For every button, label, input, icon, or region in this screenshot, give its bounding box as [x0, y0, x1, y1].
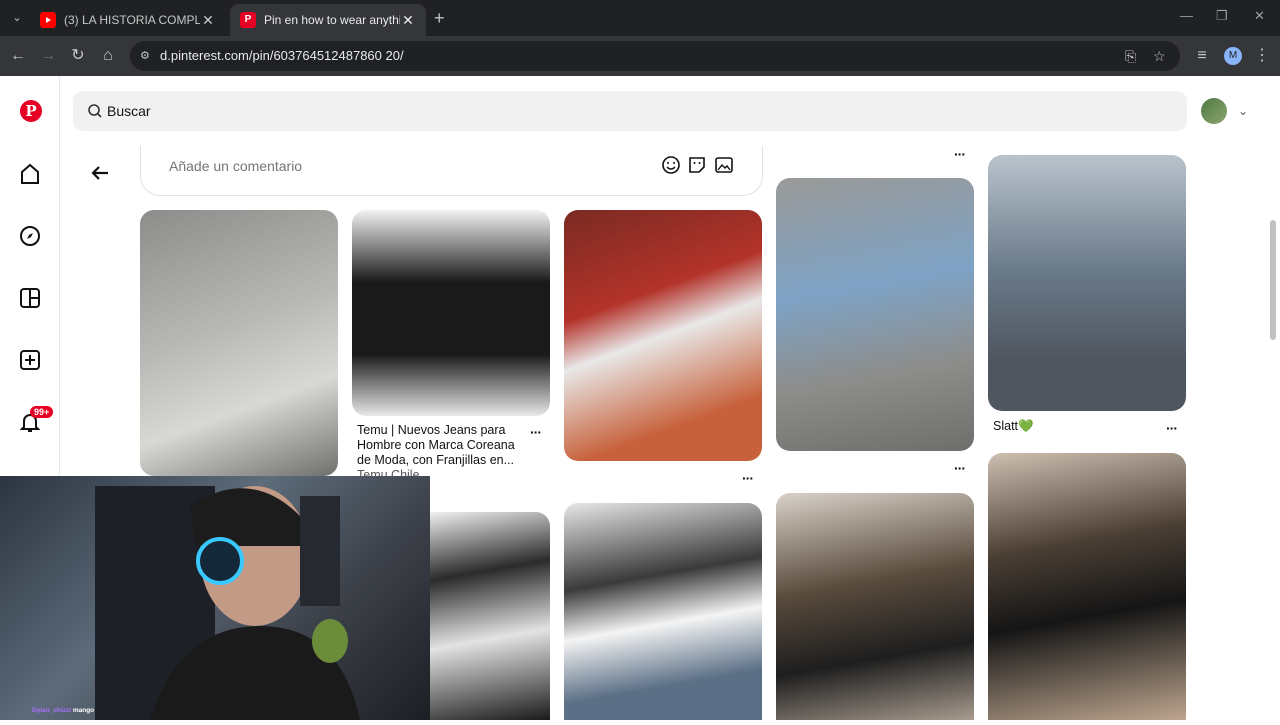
tab-title: (3) LA HISTORIA COMPLETA de — [64, 13, 200, 27]
pin-source[interactable]: Temu Chile — [357, 468, 420, 476]
close-tab-icon[interactable]: ✕ — [400, 12, 416, 29]
chat-username: Dylan_chizzi — [32, 707, 72, 714]
install-app-icon[interactable]: ⎘ — [1125, 48, 1136, 65]
pin-image[interactable] — [430, 512, 550, 720]
chat-text: mango — [72, 707, 95, 714]
emoji-icon[interactable] — [661, 155, 681, 175]
tab-strip: ⌄ (3) LA HISTORIA COMPLETA de ✕ P Pin en… — [0, 0, 1280, 36]
search-placeholder: Buscar — [107, 103, 151, 119]
pinterest-icon: P — [240, 12, 256, 28]
maximize-icon[interactable]: ❐ — [1216, 8, 1228, 24]
tab-pinterest[interactable]: P Pin en how to wear anything ✕ — [230, 4, 426, 36]
minimize-icon[interactable]: — — [1180, 8, 1193, 23]
pin-image[interactable] — [564, 210, 762, 461]
back-icon[interactable]: ← — [8, 46, 28, 66]
image-upload-icon[interactable] — [714, 155, 734, 175]
comment-box[interactable]: Añade un comentario — [140, 146, 763, 196]
pin-title[interactable]: Temu | Nuevos Jeans para Hombre con Marc… — [357, 423, 527, 468]
menu-icon[interactable]: ⋮ — [1252, 46, 1272, 66]
more-options-icon[interactable]: ··· — [1166, 420, 1178, 436]
webcam-overlay — [0, 476, 430, 720]
more-options-icon[interactable]: ··· — [742, 470, 754, 486]
chevron-down-icon[interactable]: ⌄ — [1238, 104, 1248, 118]
pin-image[interactable] — [352, 210, 550, 416]
tab-youtube[interactable]: (3) LA HISTORIA COMPLETA de ✕ — [30, 4, 226, 36]
notification-badge: 99+ — [30, 406, 54, 418]
pin-image[interactable] — [564, 503, 762, 720]
back-arrow-icon[interactable] — [88, 160, 114, 186]
tab-title: Pin en how to wear anything — [264, 13, 400, 27]
close-tab-icon[interactable]: ✕ — [200, 12, 216, 29]
pin-image[interactable] — [776, 493, 974, 720]
user-avatar[interactable] — [1201, 98, 1227, 124]
chat-message: Dylan_chizzi mango — [32, 707, 94, 714]
close-window-icon[interactable]: ✕ — [1254, 8, 1265, 24]
search-input[interactable]: Buscar — [73, 91, 1187, 131]
pin-image[interactable] — [140, 210, 338, 476]
pin-image[interactable] — [988, 155, 1186, 411]
forward-icon[interactable]: → — [38, 46, 58, 66]
create-icon[interactable] — [18, 348, 42, 372]
more-options-icon[interactable]: ··· — [954, 460, 966, 476]
new-tab-button[interactable]: + — [434, 8, 445, 29]
more-options-icon[interactable]: ··· — [530, 424, 542, 440]
boards-icon[interactable] — [18, 286, 42, 310]
scrollbar-thumb[interactable] — [1270, 220, 1276, 340]
youtube-icon — [40, 12, 56, 28]
pinterest-logo-icon[interactable]: P — [20, 100, 42, 122]
home-icon[interactable] — [18, 162, 42, 186]
browser-toolbar: ← → ↻ ⌂ ⚙ d.pinterest.com/pin/6037645124… — [0, 36, 1280, 76]
explore-icon[interactable] — [18, 224, 42, 248]
comment-placeholder: Añade un comentario — [169, 158, 303, 174]
tab-search-button[interactable]: ⌄ — [8, 9, 26, 27]
bookmark-star-icon[interactable]: ☆ — [1153, 48, 1166, 65]
pin-title[interactable]: Slatt💚 — [993, 419, 1034, 434]
address-bar[interactable]: ⚙ d.pinterest.com/pin/603764512487860 20… — [130, 41, 1180, 71]
sticker-icon[interactable] — [687, 155, 707, 175]
home-icon[interactable]: ⌂ — [98, 46, 118, 66]
pin-image[interactable] — [988, 453, 1186, 720]
profile-avatar[interactable]: M — [1224, 47, 1242, 65]
more-options-icon[interactable]: ··· — [954, 146, 966, 162]
search-icon — [88, 104, 102, 118]
reading-list-icon[interactable]: ≡ — [1192, 46, 1212, 66]
url-text: d.pinterest.com/pin/603764512487860 20/ — [160, 48, 404, 63]
pin-image[interactable] — [776, 178, 974, 451]
reload-icon[interactable]: ↻ — [68, 46, 88, 66]
site-info-icon[interactable]: ⚙ — [140, 49, 154, 63]
streamer-video-frame — [95, 486, 360, 720]
